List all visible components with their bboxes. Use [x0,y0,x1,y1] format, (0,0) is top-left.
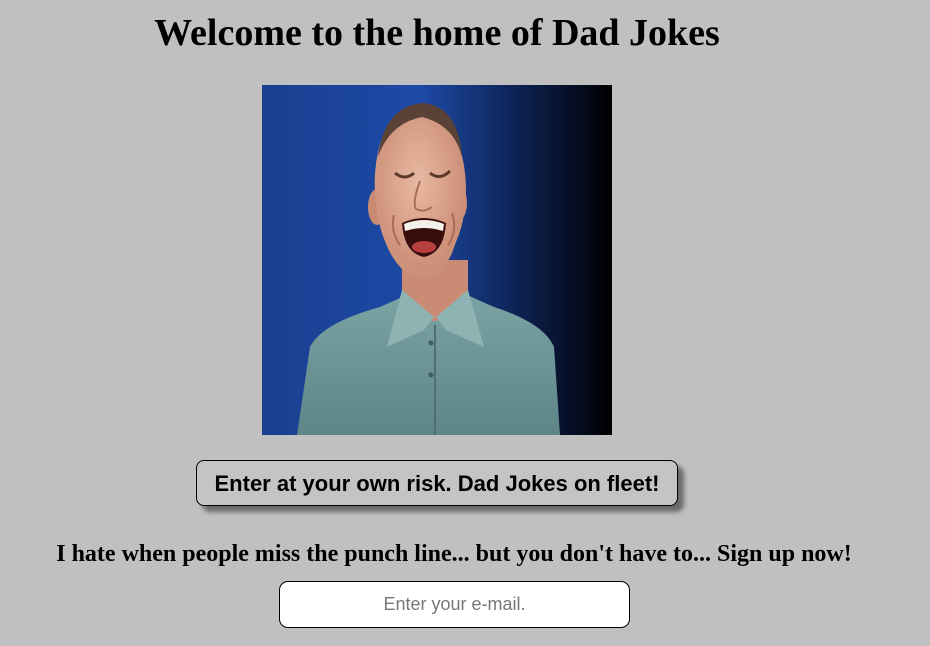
signup-prompt: I hate when people miss the punch line..… [56,541,852,567]
enter-button[interactable]: Enter at your own risk. Dad Jokes on fle… [196,460,678,506]
email-field[interactable] [279,581,630,628]
page-title: Welcome to the home of Dad Jokes [154,12,720,54]
laughing-man-photo [262,85,612,435]
